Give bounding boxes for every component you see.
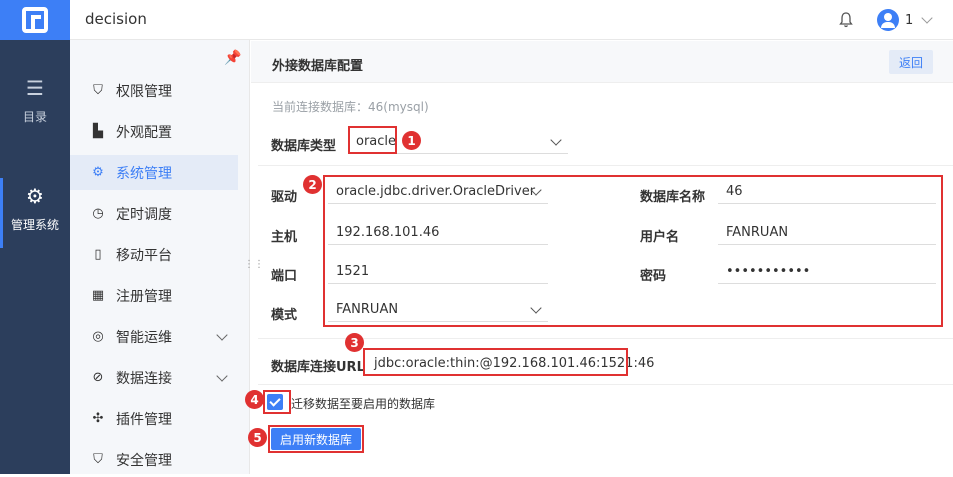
annotation-box-5	[268, 425, 364, 453]
host-input[interactable]: 192.168.101.46	[328, 221, 548, 245]
register-icon: ▦	[91, 288, 105, 303]
gear-icon: ⚙	[92, 165, 104, 180]
divider	[258, 165, 953, 166]
port-value: 1521	[336, 264, 370, 279]
sidebar-item-permissions[interactable]: ⛉ 权限管理	[70, 73, 238, 108]
panel-title: 外接数据库配置	[272, 59, 364, 74]
username-value: FANRUAN	[726, 225, 789, 240]
list-icon: ☰	[26, 76, 44, 100]
top-bar: decision 1	[0, 0, 953, 40]
left-nav-item-catalog[interactable]: ☰ 目录	[0, 78, 70, 125]
logo-icon	[22, 7, 48, 33]
sidebar-item-registration[interactable]: ▦ 注册管理	[70, 278, 238, 313]
url-label: 数据库连接URL	[271, 360, 365, 375]
db-name-value: 46	[726, 184, 743, 199]
current-db-text: 当前连接数据库：46(mysql)	[272, 100, 429, 114]
sidebar-item-label: 智能运维	[116, 329, 172, 346]
timer-icon: ◷	[92, 206, 104, 221]
paint-roller-icon: ▙	[93, 124, 103, 139]
annotation-badge-1: 1	[402, 131, 421, 150]
security-icon: ⛉	[93, 452, 103, 467]
puzzle-icon: ✣	[92, 411, 104, 426]
driver-select[interactable]: oracle.jdbc.driver.OracleDriver	[328, 180, 548, 204]
password-value: •••••••••••	[726, 264, 811, 279]
chevron-down-icon	[921, 12, 933, 24]
driver-value: oracle.jdbc.driver.OracleDriver	[336, 184, 536, 199]
resize-handle-icon[interactable]: ⋮⋮	[244, 260, 264, 270]
annotation-badge-3: 3	[345, 333, 364, 352]
sidebar-item-data-connection[interactable]: ⊘ 数据连接	[70, 360, 238, 395]
chevron-down-icon	[530, 302, 542, 314]
annotation-badge-5: 5	[248, 428, 267, 447]
sidebar-item-label: 外观配置	[116, 124, 172, 141]
sidebar-item-label: 移动平台	[116, 247, 172, 264]
migrate-label: 迁移数据至要启用的数据库	[291, 397, 436, 411]
annotation-badge-2: 2	[303, 175, 322, 194]
driver-label: 驱动	[271, 190, 298, 205]
password-label: 密码	[640, 269, 667, 284]
sidebar-item-label: 定时调度	[116, 206, 172, 223]
sidebar-item-system[interactable]: ⚙ 系统管理	[70, 155, 238, 190]
link-icon: ⊘	[92, 370, 104, 385]
pin-icon[interactable]: 📌	[224, 50, 241, 66]
sidebar-item-appearance[interactable]: ▙ 外观配置	[70, 114, 238, 149]
avatar	[877, 9, 899, 31]
annotation-box-1	[348, 126, 397, 154]
left-nav-label: 目录	[22, 110, 47, 124]
db-name-label: 数据库名称	[640, 190, 706, 205]
username-input[interactable]: FANRUAN	[718, 221, 936, 245]
chevron-down-icon	[216, 370, 228, 382]
shield-icon: ⛉	[93, 83, 103, 98]
app-title: decision	[85, 10, 147, 28]
ops-icon: ◎	[92, 329, 104, 344]
sidebar-item-label: 数据连接	[116, 370, 172, 387]
annotation-box-3	[363, 348, 628, 376]
port-label: 端口	[271, 269, 298, 284]
user-name: 1	[905, 12, 914, 28]
sidebar-item-label: 注册管理	[116, 288, 172, 305]
annotation-badge-4: 4	[245, 390, 264, 409]
schema-value: FANRUAN	[336, 302, 399, 317]
mobile-icon: ▯	[94, 247, 102, 262]
sidebar-item-mobile[interactable]: ▯ 移动平台	[70, 237, 238, 272]
left-nav-item-management[interactable]: ⚙ 管理系统	[0, 178, 70, 248]
bell-icon[interactable]	[839, 12, 853, 28]
app-logo[interactable]	[0, 0, 70, 40]
sidebar-item-label: 安全管理	[116, 452, 172, 469]
sidebar-item-label: 权限管理	[116, 83, 172, 100]
user-menu[interactable]: 1	[877, 9, 933, 31]
sidebar-item-label: 插件管理	[116, 411, 172, 428]
username-label: 用户名	[640, 230, 680, 245]
db-type-label: 数据库类型	[271, 139, 337, 154]
sidebar-item-label: 系统管理	[116, 165, 172, 182]
port-input[interactable]: 1521	[328, 260, 548, 284]
schema-label: 模式	[271, 308, 298, 323]
left-nav-label: 管理系统	[10, 218, 59, 232]
host-label: 主机	[271, 230, 298, 245]
back-button[interactable]: 返回	[889, 50, 933, 74]
password-input[interactable]: •••••••••••	[718, 260, 936, 284]
sidebar-item-scheduling[interactable]: ◷ 定时调度	[70, 196, 238, 231]
divider	[258, 384, 953, 385]
chevron-down-icon	[216, 329, 228, 341]
schema-select[interactable]: FANRUAN	[328, 298, 548, 322]
host-value: 192.168.101.46	[336, 225, 440, 240]
sidebar-item-plugins[interactable]: ✣ 插件管理	[70, 401, 238, 436]
db-name-input[interactable]: 46	[718, 180, 936, 204]
gear-icon: ⚙	[26, 184, 44, 208]
annotation-box-4	[263, 390, 291, 414]
sidebar-item-ops[interactable]: ◎ 智能运维	[70, 319, 238, 354]
sidebar-item-security[interactable]: ⛉ 安全管理	[70, 442, 238, 477]
chevron-down-icon	[550, 134, 562, 146]
